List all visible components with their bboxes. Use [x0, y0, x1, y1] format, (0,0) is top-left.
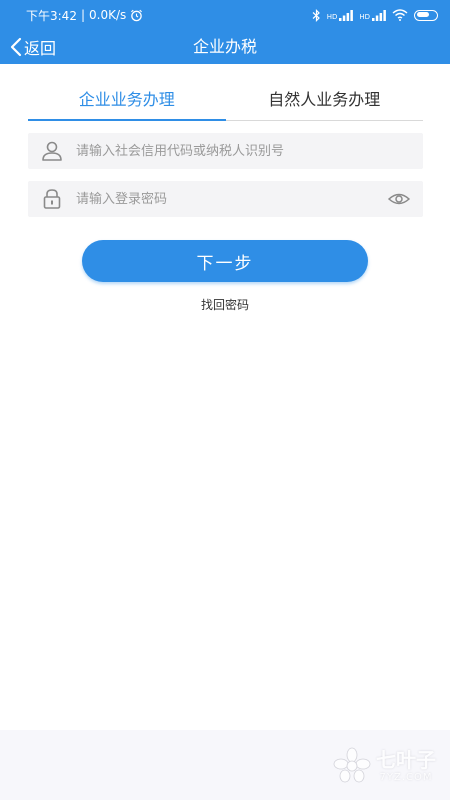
status-separator: |	[80, 8, 85, 22]
tab-individual[interactable]: 自然人业务办理	[226, 82, 424, 120]
watermark-text: 七叶子 7YZ.COM	[376, 750, 436, 783]
back-button[interactable]: 返回	[10, 30, 56, 64]
signal-1-label: HD	[326, 12, 338, 21]
signal-2-label: HD	[359, 12, 370, 21]
password-input[interactable]	[74, 180, 387, 218]
alarm-icon	[131, 9, 143, 21]
bluetooth-icon	[312, 8, 320, 22]
lock-icon	[43, 189, 61, 209]
cell-signal-icon	[372, 9, 386, 21]
back-label: 返回	[24, 39, 57, 58]
nav-bar: 返回 企业办税	[0, 30, 450, 64]
watermark-cn: 七叶子	[376, 747, 436, 772]
tab-bar: 企业业务办理 自然人业务办理	[28, 82, 423, 121]
status-time: 下午3:42	[26, 8, 77, 23]
page-title: 企业办税	[192, 37, 257, 56]
eye-icon[interactable]	[387, 187, 411, 211]
chevron-left-icon	[10, 37, 22, 57]
signal-2: HD	[359, 9, 386, 21]
account-field	[28, 132, 423, 170]
password-field	[28, 180, 423, 218]
status-bar: 下午3:42 | 0.0K/s HD HD	[0, 0, 450, 30]
leaf-logo-icon	[333, 747, 371, 783]
battery-icon	[414, 9, 438, 21]
user-icon	[42, 141, 62, 161]
signal-1: HD	[326, 9, 354, 21]
bottom-area: 七叶子 7YZ.COM	[0, 730, 450, 800]
status-left: 下午3:42 | 0.0K/s	[26, 7, 143, 24]
wifi-icon	[392, 9, 408, 21]
cell-signal-icon	[339, 9, 354, 21]
watermark-en: 7YZ.COM	[379, 771, 433, 783]
status-speed: 0.0K/s	[89, 8, 127, 22]
next-step-button[interactable]: 下一步	[82, 240, 368, 282]
tab-enterprise[interactable]: 企业业务办理	[28, 82, 226, 121]
account-input[interactable]	[74, 132, 423, 170]
watermark: 七叶子 7YZ.COM	[332, 746, 436, 786]
forgot-password-link[interactable]: 找回密码	[0, 296, 450, 313]
status-right: HD HD	[312, 8, 438, 22]
